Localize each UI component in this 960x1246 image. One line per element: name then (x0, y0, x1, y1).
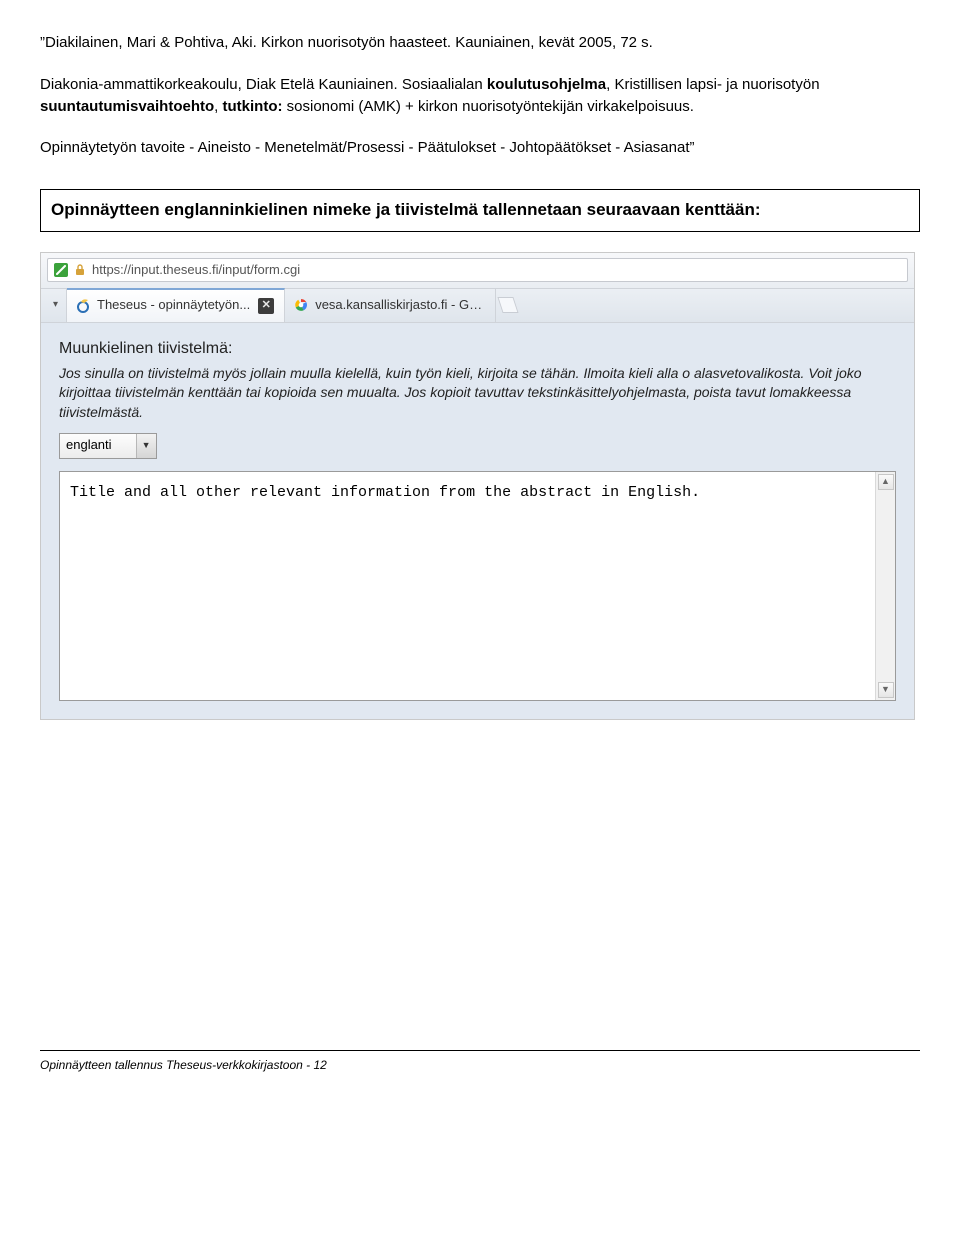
select-value: englanti (66, 436, 136, 455)
lock-icon (74, 263, 86, 277)
tab-close-button[interactable]: ✕ (258, 298, 274, 314)
scrollbar[interactable]: ▲ ▼ (875, 472, 895, 700)
textarea-value: Title and all other relevant information… (70, 482, 869, 505)
new-tab-icon (498, 297, 519, 313)
field-help-text: Jos sinulla on tiivistelmä myös jollain … (59, 364, 896, 423)
paragraph-2: Diakonia-ammattikorkeakoulu, Diak Etelä … (40, 74, 920, 118)
p1-text: ”Diakilainen, Mari & Pohtiva, Aki. Kirko… (40, 34, 653, 51)
abstract-textarea[interactable]: Title and all other relevant information… (59, 471, 896, 701)
ie-compat-icon (54, 263, 68, 277)
tab-overflow-button[interactable]: ▾ (45, 289, 67, 322)
paragraph-3: Opinnäytetyön tavoite - Aineisto - Menet… (40, 137, 920, 159)
scroll-down-button[interactable]: ▼ (878, 682, 894, 698)
paragraph-1: ”Diakilainen, Mari & Pohtiva, Aki. Kirko… (40, 32, 920, 54)
url-field[interactable]: https://input.theseus.fi/input/form.cgi (47, 258, 908, 282)
tab-vesa[interactable]: vesa.kansalliskirjasto.fi - Go... (285, 289, 496, 322)
google-favicon-icon (293, 297, 309, 313)
field-label: Muunkielinen tiivistelmä: (59, 337, 896, 360)
tab-theseus[interactable]: Theseus - opinnäytetyön... ✕ (67, 288, 285, 322)
instruction-banner: Opinnäytteen englanninkielinen nimeke ja… (40, 189, 920, 232)
url-text: https://input.theseus.fi/input/form.cgi (92, 261, 300, 280)
scroll-up-button[interactable]: ▲ (878, 474, 894, 490)
tab-strip: ▾ Theseus - opinnäytetyön... ✕ vesa.kans… (41, 289, 914, 323)
select-dropdown-button[interactable]: ▼ (136, 434, 156, 458)
address-bar: https://input.theseus.fi/input/form.cgi (41, 253, 914, 289)
form-page: Muunkielinen tiivistelmä: Jos sinulla on… (41, 323, 914, 719)
tab-title: vesa.kansalliskirjasto.fi - Go... (315, 296, 485, 315)
ie-favicon-icon (75, 298, 91, 314)
document-text-block: ”Diakilainen, Mari & Pohtiva, Aki. Kirko… (40, 32, 920, 159)
language-select[interactable]: englanti ▼ (59, 433, 157, 459)
browser-window: https://input.theseus.fi/input/form.cgi … (40, 252, 915, 720)
tab-title: Theseus - opinnäytetyön... (97, 296, 250, 315)
chevron-down-icon: ▾ (53, 298, 58, 313)
page-footer: Opinnäytteen tallennus Theseus-verkkokir… (40, 1050, 920, 1074)
new-tab-button[interactable] (496, 289, 520, 322)
